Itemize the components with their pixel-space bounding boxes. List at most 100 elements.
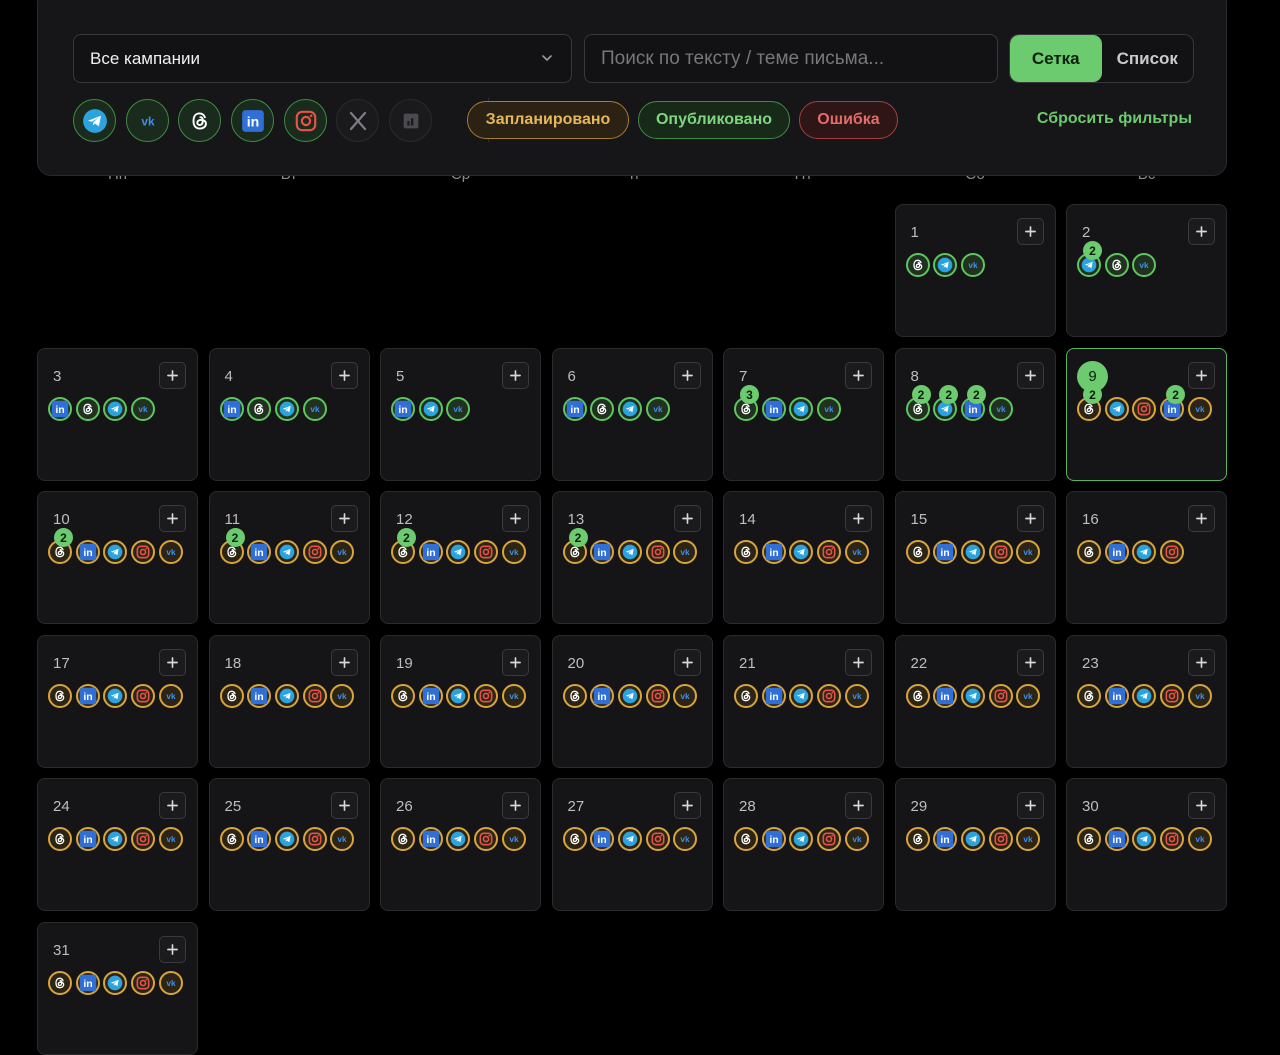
search-input[interactable] [584,34,998,83]
add-post-button[interactable] [1016,505,1044,532]
filter-instagram-button[interactable] [284,99,327,142]
post-telegram[interactable] [789,684,814,708]
post-linkedin[interactable]: in [75,540,100,564]
post-telegram[interactable] [274,397,299,421]
day-cell-19[interactable]: 19 in vk [380,635,541,768]
post-vk[interactable]: vk [330,827,355,851]
post-telegram[interactable] [446,684,471,708]
post-instagram[interactable] [817,540,842,564]
post-linkedin[interactable]: in [219,397,244,421]
day-cell-3[interactable]: 3 in vk [37,348,198,481]
post-vk[interactable]: vk [1187,684,1212,708]
filter-linkedin-button[interactable]: in [231,99,274,142]
add-post-button[interactable] [502,792,529,819]
post-threads[interactable] [75,397,100,421]
post-threads[interactable] [905,827,930,851]
post-instagram[interactable] [302,684,327,708]
post-linkedin[interactable]: in [590,540,615,564]
post-telegram[interactable] [617,684,642,708]
add-post-button[interactable] [1188,649,1215,676]
post-linkedin[interactable]: in [247,540,272,564]
day-cell-4[interactable]: 4 in vk [208,348,370,481]
day-cell-10[interactable]: 10 2 in vk [37,491,198,624]
post-threads[interactable] [48,684,72,708]
post-instagram[interactable] [645,684,670,708]
add-post-button[interactable] [159,649,186,676]
post-linkedin[interactable]: in [933,827,958,851]
add-post-button[interactable] [1016,362,1044,389]
post-vk[interactable]: vk [673,684,698,708]
post-telegram[interactable] [789,540,814,564]
day-cell-27[interactable]: 27 in vk [551,778,713,911]
add-post-button[interactable] [845,505,872,532]
post-linkedin[interactable]: in [247,827,272,851]
add-post-button[interactable] [1188,362,1215,389]
post-linkedin[interactable]: in [1104,540,1129,564]
view-grid-button[interactable]: Сетка [1010,35,1102,82]
post-instagram[interactable] [474,684,499,708]
post-telegram[interactable] [418,397,443,421]
post-telegram[interactable] [103,540,128,564]
post-linkedin[interactable]: in [48,397,72,421]
day-cell-12[interactable]: 12 2 in vk [380,491,541,624]
post-linkedin[interactable]: in [933,684,958,708]
add-post-button[interactable] [159,505,186,532]
day-cell-1[interactable]: 1 vk [894,204,1056,337]
post-telegram[interactable] [789,827,814,851]
post-vk[interactable]: vk [330,684,355,708]
post-vk[interactable]: vk [960,253,985,277]
add-post-button[interactable] [159,936,186,963]
post-telegram[interactable] [103,684,128,708]
post-vk[interactable]: vk [302,397,327,421]
post-telegram[interactable] [617,540,642,564]
post-telegram[interactable] [274,827,299,851]
post-vk[interactable]: vk [1016,827,1041,851]
post-telegram[interactable] [103,971,128,995]
post-vk[interactable]: vk [988,397,1013,421]
post-threads[interactable] [247,397,272,421]
day-cell-25[interactable]: 25 in vk [208,778,370,911]
day-cell-23[interactable]: 23 in vk [1066,635,1227,768]
post-telegram[interactable] [617,397,642,421]
add-post-button[interactable] [845,649,872,676]
post-vk[interactable]: vk [131,397,156,421]
post-threads[interactable] [1104,253,1129,277]
day-cell-6[interactable]: 6 in vk [551,348,713,481]
post-threads[interactable] [905,540,930,564]
post-linkedin[interactable]: in [761,684,786,708]
post-instagram[interactable] [988,827,1013,851]
add-post-button[interactable] [845,792,872,819]
post-vk[interactable]: vk [844,684,869,708]
post-instagram[interactable] [988,540,1013,564]
post-instagram[interactable] [1160,827,1185,851]
post-linkedin[interactable]: in [75,971,100,995]
day-cell-20[interactable]: 20 in vk [551,635,713,768]
post-telegram[interactable] [1132,684,1157,708]
post-vk[interactable]: vk [1016,684,1041,708]
day-cell-8[interactable]: 8 2 2 2 in vk [894,348,1056,481]
add-post-button[interactable] [1188,505,1215,532]
post-vk[interactable]: vk [817,397,842,421]
add-post-button[interactable] [1016,218,1044,245]
day-cell-30[interactable]: 30 in vk [1066,778,1227,911]
post-instagram[interactable] [302,540,327,564]
post-telegram[interactable] [103,827,128,851]
post-linkedin[interactable]: in [590,684,615,708]
add-post-button[interactable] [1016,649,1044,676]
post-linkedin[interactable]: in [418,540,443,564]
filter-threads-button[interactable] [178,99,221,142]
filter-x-button[interactable] [336,99,379,142]
post-linkedin[interactable]: in [761,397,786,421]
post-linkedin[interactable]: in [418,684,443,708]
add-post-button[interactable] [502,505,529,532]
post-instagram[interactable] [131,971,156,995]
add-post-button[interactable] [673,649,701,676]
post-telegram[interactable] [446,540,471,564]
day-cell-21[interactable]: 21 in vk [723,635,884,768]
post-instagram[interactable] [988,684,1013,708]
post-telegram[interactable] [1132,540,1157,564]
add-post-button[interactable] [845,362,872,389]
post-vk[interactable]: vk [673,827,698,851]
post-threads[interactable] [219,684,244,708]
day-cell-13[interactable]: 13 2 in vk [551,491,713,624]
